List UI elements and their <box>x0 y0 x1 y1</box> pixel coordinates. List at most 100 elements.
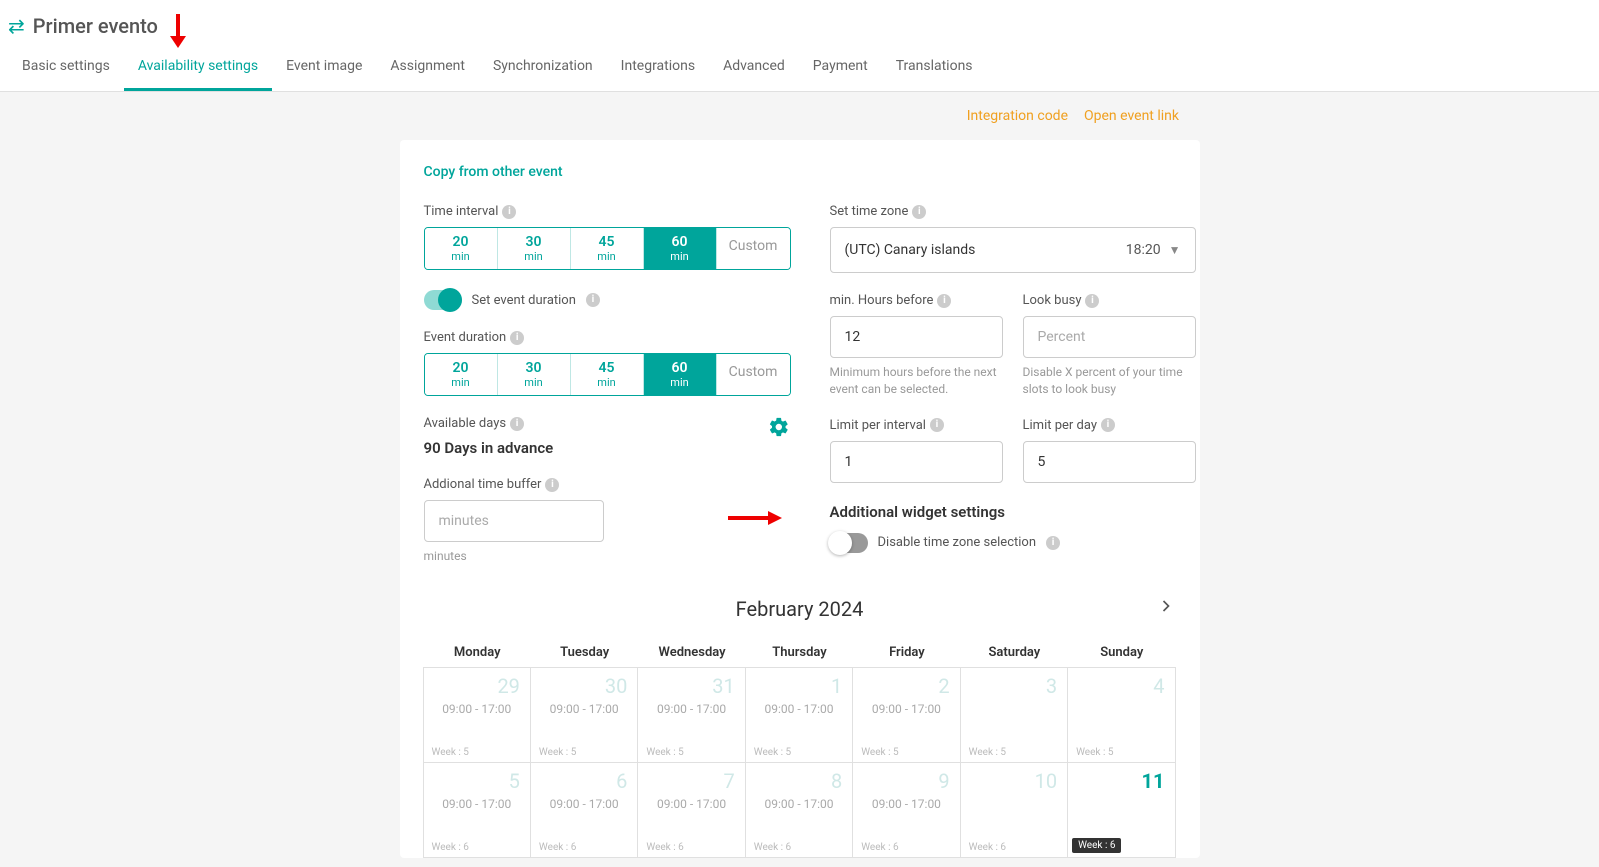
buffer-help: minutes <box>424 548 790 565</box>
calendar-date: 4 <box>1078 674 1164 698</box>
seg-custom[interactable]: Custom <box>717 228 790 269</box>
timezone-select[interactable]: (UTC) Canary islands 18:20 ▼ <box>830 227 1196 273</box>
calendar-week: Week : 5 <box>539 747 576 758</box>
seg-45min[interactable]: 45min <box>571 354 644 395</box>
info-icon[interactable]: i <box>937 294 951 308</box>
calendar-week: Week : 5 <box>969 747 1006 758</box>
min-hours-label: min. Hours before i <box>830 293 1003 308</box>
open-event-link[interactable]: Open event link <box>1084 108 1179 124</box>
seg-20min[interactable]: 20min <box>425 354 498 395</box>
calendar-week: Week : 6 <box>861 842 898 853</box>
info-icon[interactable]: i <box>1101 418 1115 432</box>
calendar-date: 30 <box>541 674 627 698</box>
tab-translations[interactable]: Translations <box>882 48 987 91</box>
calendar-week: Week : 5 <box>1076 747 1113 758</box>
info-icon[interactable]: i <box>912 205 926 219</box>
tab-synchronization[interactable]: Synchronization <box>479 48 607 91</box>
calendar-date: 2 <box>863 674 949 698</box>
calendar-dow: Friday <box>853 637 960 668</box>
calendar-time: 09:00 - 17:00 <box>541 702 627 716</box>
gear-icon[interactable] <box>768 416 790 443</box>
calendar-cell[interactable]: 209:00 - 17:00Week : 5 <box>852 667 960 763</box>
annotation-arrow-icon <box>726 508 782 532</box>
info-icon[interactable]: i <box>502 205 516 219</box>
seg-20min[interactable]: 20min <box>425 228 498 269</box>
seg-45min[interactable]: 45min <box>571 228 644 269</box>
calendar-cell[interactable]: 709:00 - 17:00Week : 6 <box>637 762 745 858</box>
calendar-cell[interactable]: 2909:00 - 17:00Week : 5 <box>423 667 531 763</box>
calendar-dow: Sunday <box>1068 637 1175 668</box>
set-duration-label: Set event duration <box>472 293 576 308</box>
timezone-value: (UTC) Canary islands <box>845 242 976 258</box>
tab-integrations[interactable]: Integrations <box>607 48 709 91</box>
info-icon[interactable]: i <box>545 478 559 492</box>
tab-event-image[interactable]: Event image <box>272 48 376 91</box>
available-days-value: 90 Days in advance <box>424 439 554 457</box>
calendar-week: Week : 5 <box>646 747 683 758</box>
calendar-date: 1 <box>756 674 842 698</box>
tab-payment[interactable]: Payment <box>799 48 882 91</box>
buffer-input[interactable] <box>424 500 604 542</box>
header: ⇄ Primer evento Basic settingsAvailabili… <box>0 0 1599 92</box>
calendar-cell[interactable]: 30 09:00 - 17:00 Week : 5 <box>530 667 638 763</box>
calendar-date: 31 <box>648 674 734 698</box>
info-icon[interactable]: i <box>510 417 524 431</box>
calendar-dow: Tuesday <box>531 637 638 668</box>
annotation-arrow-icon <box>166 12 190 52</box>
calendar-cell[interactable]: 3109:00 - 17:00Week : 5 <box>637 667 745 763</box>
tab-basic-settings[interactable]: Basic settings <box>8 48 124 91</box>
calendar-next-button[interactable] <box>1156 596 1176 621</box>
info-icon[interactable]: i <box>586 293 600 307</box>
disable-timezone-toggle[interactable] <box>830 533 868 553</box>
calendar-cell[interactable]: 11Week : 6 <box>1067 762 1175 858</box>
time-interval-group: 20min30min45min60minCustom <box>424 227 791 270</box>
calendar-cell[interactable]: 609:00 - 17:00Week : 6 <box>530 762 638 858</box>
calendar-dow: Wednesday <box>638 637 745 668</box>
time-interval-label: Time interval i <box>424 204 790 219</box>
calendar-cell[interactable]: 509:00 - 17:00Week : 6 <box>423 762 531 858</box>
calendar-time: 09:00 - 17:00 <box>756 702 842 716</box>
calendar-time: 09:00 - 17:00 <box>541 797 627 811</box>
calendar-cell[interactable]: 909:00 - 17:00Week : 6 <box>852 762 960 858</box>
info-icon[interactable]: i <box>510 331 524 345</box>
calendar-cell[interactable]: 4 Week : 5 <box>1067 667 1175 763</box>
limit-day-input[interactable] <box>1023 441 1196 483</box>
calendar-dow-row: MondayTuesdayWednesdayThursdayFridaySatu… <box>424 637 1176 668</box>
calendar-week: Week : 6 <box>432 842 469 853</box>
info-icon[interactable]: i <box>1046 536 1060 550</box>
calendar-header: February 2024 <box>424 597 1176 621</box>
set-duration-toggle[interactable] <box>424 290 462 310</box>
calendar-time: 09:00 - 17:00 <box>756 797 842 811</box>
calendar-cell[interactable]: 10Week : 6 <box>960 762 1068 858</box>
integration-code-link[interactable]: Integration code <box>967 108 1068 124</box>
tab-advanced[interactable]: Advanced <box>709 48 799 91</box>
calendar-title: February 2024 <box>736 597 864 621</box>
seg-30min[interactable]: 30min <box>498 228 571 269</box>
seg-custom[interactable]: Custom <box>717 354 790 395</box>
info-icon[interactable]: i <box>930 418 944 432</box>
timezone-time: 18:20 <box>1126 242 1161 258</box>
calendar-date: 6 <box>541 769 627 793</box>
seg-60min[interactable]: 60min <box>644 354 717 395</box>
calendar-cell[interactable]: 809:00 - 17:00Week : 6 <box>745 762 853 858</box>
min-hours-input[interactable] <box>830 316 1003 358</box>
seg-60min[interactable]: 60min <box>644 228 717 269</box>
limit-day-label: Limit per day i <box>1023 418 1196 433</box>
info-icon[interactable]: i <box>1085 294 1099 308</box>
copy-from-event-link[interactable]: Copy from other event <box>424 164 563 180</box>
chevron-down-icon: ▼ <box>1169 243 1181 257</box>
calendar-dow: Thursday <box>746 637 853 668</box>
calendar-cell[interactable]: 3 Week : 5 <box>960 667 1068 763</box>
calendar-date: 8 <box>756 769 842 793</box>
tab-availability-settings[interactable]: Availability settings <box>124 48 272 91</box>
look-busy-input[interactable] <box>1023 316 1196 358</box>
calendar-cell[interactable]: 1 09:00 - 17:00 Week : 5 <box>745 667 853 763</box>
tab-assignment[interactable]: Assignment <box>376 48 479 91</box>
calendar-date: 3 <box>971 674 1057 698</box>
min-hours-help: Minimum hours before the next event can … <box>830 364 1003 398</box>
calendar-week: Week : 5 <box>754 747 791 758</box>
seg-30min[interactable]: 30min <box>498 354 571 395</box>
calendar-body: 2909:00 - 17:00Week : 5 30 09:00 - 17:00 We… <box>424 668 1176 858</box>
limit-interval-input[interactable] <box>830 441 1003 483</box>
calendar-week: Week : 5 <box>432 747 469 758</box>
